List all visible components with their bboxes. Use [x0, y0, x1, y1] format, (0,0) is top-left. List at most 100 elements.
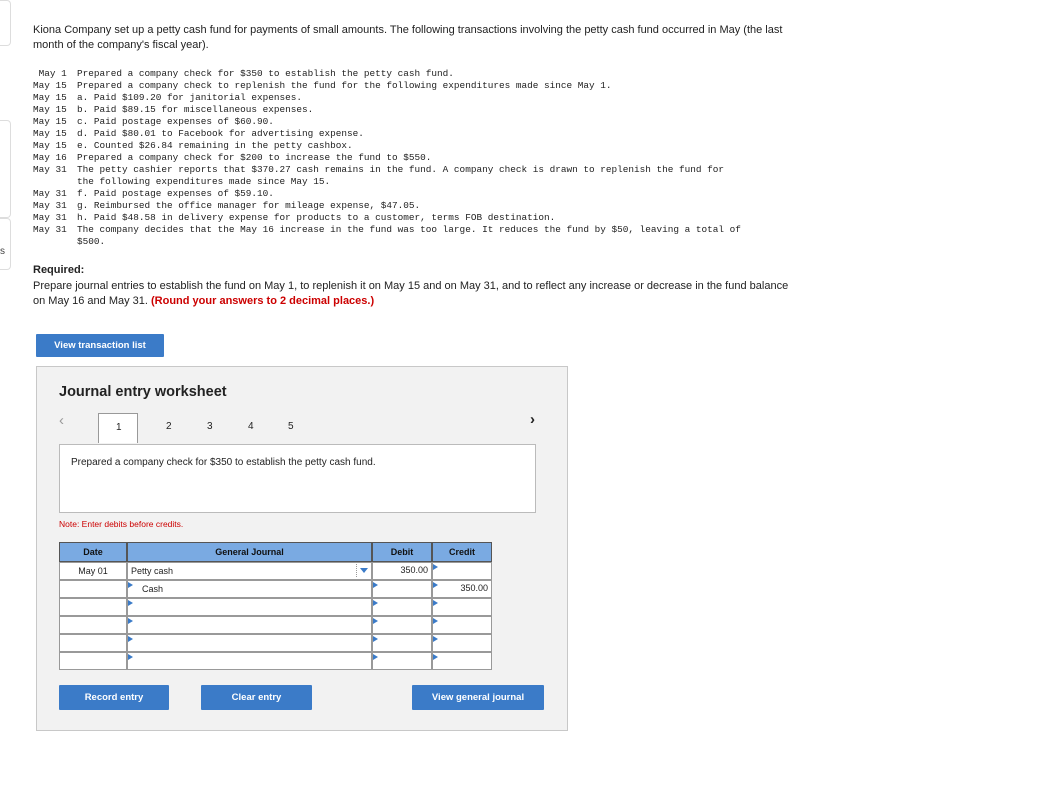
- transaction-row: May 31 The company decides that the May 1…: [33, 224, 789, 248]
- header-date: Date: [59, 542, 127, 562]
- entry-marker-icon: [128, 636, 133, 642]
- page-tab-5[interactable]: 5: [288, 421, 294, 432]
- transaction-row: May 31 f. Paid postage expenses of $59.10…: [33, 188, 789, 200]
- required-body: Prepare journal entries to establish the…: [33, 280, 789, 307]
- account-cell[interactable]: Petty cash: [127, 562, 372, 580]
- transaction-row: May 15 a. Paid $109.20 for janitorial exp…: [33, 92, 789, 104]
- page-tab-2[interactable]: 2: [166, 421, 172, 432]
- transaction-date: May 15: [33, 140, 67, 151]
- view-general-journal-button[interactable]: View general journal: [412, 685, 544, 710]
- transaction-text: e. Counted $26.84 remaining in the petty…: [77, 140, 353, 151]
- transaction-row: May 31 g. Reimbursed the office manager f…: [33, 200, 789, 212]
- transaction-row: May 31 h. Paid $48.58 in delivery expense…: [33, 212, 789, 224]
- credit-cell[interactable]: 350.00: [432, 580, 492, 598]
- transaction-text: The company decides that the May 16 incr…: [77, 224, 741, 247]
- problem-intro: Kiona Company set up a petty cash fund f…: [33, 24, 783, 51]
- edge-panel-mid: [0, 120, 11, 218]
- view-transaction-list-button[interactable]: View transaction list: [36, 334, 164, 357]
- transaction-date: May 16: [33, 152, 67, 163]
- account-cell[interactable]: [127, 598, 372, 616]
- transaction-row: May 15 d. Paid $80.01 to Facebook for adv…: [33, 128, 789, 140]
- record-entry-button[interactable]: Record entry: [59, 685, 169, 710]
- transaction-text: c. Paid postage expenses of $60.90.: [77, 116, 274, 127]
- transaction-date: May 31: [33, 212, 67, 223]
- page-tab-3[interactable]: 3: [207, 421, 213, 432]
- debit-cell[interactable]: [372, 598, 432, 616]
- debit-cell[interactable]: [372, 616, 432, 634]
- transaction-date: May 31: [33, 188, 67, 199]
- entry-marker-icon: [373, 582, 378, 588]
- transaction-text: Prepared a company check for $350 to est…: [77, 68, 454, 79]
- entry-marker-icon: [433, 636, 438, 642]
- account-cell[interactable]: [127, 652, 372, 670]
- transaction-text: h. Paid $48.58 in delivery expense for p…: [77, 212, 556, 223]
- transaction-row: May 15 c. Paid postage expenses of $60.90…: [33, 116, 789, 128]
- journal-entry-worksheet: Journal entry worksheet ‹ 1 2 3 4 5 › Pr…: [36, 366, 568, 731]
- transaction-row: May 15 Prepared a company check to replen…: [33, 80, 789, 92]
- account-name: Petty cash: [131, 566, 174, 576]
- entry-marker-icon: [433, 654, 438, 660]
- entry-marker-icon: [128, 654, 133, 660]
- account-cell[interactable]: [127, 616, 372, 634]
- clear-entry-button[interactable]: Clear entry: [201, 685, 312, 710]
- page-tab-4[interactable]: 4: [248, 421, 254, 432]
- transaction-date: May 31: [33, 164, 67, 175]
- entry-marker-icon: [128, 600, 133, 606]
- entry-marker-icon: [128, 618, 133, 624]
- chevron-right-icon[interactable]: ›: [530, 411, 535, 428]
- page-tab-1[interactable]: 1: [98, 413, 138, 443]
- credit-cell[interactable]: [432, 634, 492, 652]
- credit-cell[interactable]: [432, 652, 492, 670]
- transaction-date: May 15: [33, 92, 67, 103]
- transaction-text: The petty cashier reports that $370.27 c…: [77, 164, 724, 187]
- chevron-left-icon[interactable]: ‹: [59, 412, 64, 429]
- date-cell[interactable]: [59, 580, 127, 598]
- entry-marker-icon: [373, 636, 378, 642]
- edge-panel-low: [0, 218, 11, 270]
- debit-value: 350.00: [400, 565, 428, 575]
- header-general-journal: General Journal: [127, 542, 372, 562]
- debit-cell[interactable]: [372, 580, 432, 598]
- date-cell[interactable]: [59, 652, 127, 670]
- transaction-date: May 1: [33, 68, 67, 79]
- entry-marker-icon: [373, 618, 378, 624]
- entry-marker-icon: [128, 582, 133, 588]
- transaction-date: May 15: [33, 116, 67, 127]
- transaction-text: g. Reimbursed the office manager for mil…: [77, 200, 421, 211]
- account-cell[interactable]: [127, 634, 372, 652]
- entry-marker-icon: [433, 582, 438, 588]
- credit-cell[interactable]: [432, 598, 492, 616]
- transaction-date: May 15: [33, 80, 67, 91]
- transaction-date: May 31: [33, 224, 67, 235]
- transaction-text: a. Paid $109.20 for janitorial expenses.: [77, 92, 303, 103]
- date-cell[interactable]: [59, 634, 127, 652]
- transaction-description: Prepared a company check for $350 to est…: [59, 444, 536, 513]
- entry-marker-icon: [373, 600, 378, 606]
- required-emphasis: (Round your answers to 2 decimal places.…: [151, 295, 375, 307]
- date-cell[interactable]: May 01: [59, 562, 127, 580]
- dropdown-arrow-icon[interactable]: [356, 564, 370, 577]
- credit-cell[interactable]: [432, 562, 492, 580]
- header-credit: Credit: [432, 542, 492, 562]
- account-name: Cash: [142, 584, 164, 594]
- transaction-row: May 15 b. Paid $89.15 for miscellaneous e…: [33, 104, 789, 116]
- transaction-row: May 16 Prepared a company check for $200 …: [33, 152, 789, 164]
- edge-panel-top: [0, 0, 11, 46]
- credit-cell[interactable]: [432, 616, 492, 634]
- transaction-text: b. Paid $89.15 for miscellaneous expense…: [77, 104, 314, 115]
- debit-cell[interactable]: [372, 634, 432, 652]
- date-cell[interactable]: [59, 598, 127, 616]
- debit-cell[interactable]: 350.00: [372, 562, 432, 580]
- required-heading: Required:: [33, 264, 85, 276]
- transaction-text: Prepared a company check to replenish th…: [77, 80, 612, 91]
- date-cell[interactable]: [59, 616, 127, 634]
- transaction-text: d. Paid $80.01 to Facebook for advertisi…: [77, 128, 364, 139]
- transaction-row: May 1 Prepared a company check for $350 t…: [33, 68, 789, 80]
- required-text: Prepare journal entries to establish the…: [33, 279, 793, 309]
- account-cell[interactable]: Cash: [127, 580, 372, 598]
- edge-letter: s: [0, 246, 5, 257]
- transaction-list: May 1 Prepared a company check for $350 t…: [33, 68, 789, 248]
- debit-cell[interactable]: [372, 652, 432, 670]
- entry-marker-icon: [433, 564, 438, 570]
- transaction-row: May 31 The petty cashier reports that $37…: [33, 164, 789, 188]
